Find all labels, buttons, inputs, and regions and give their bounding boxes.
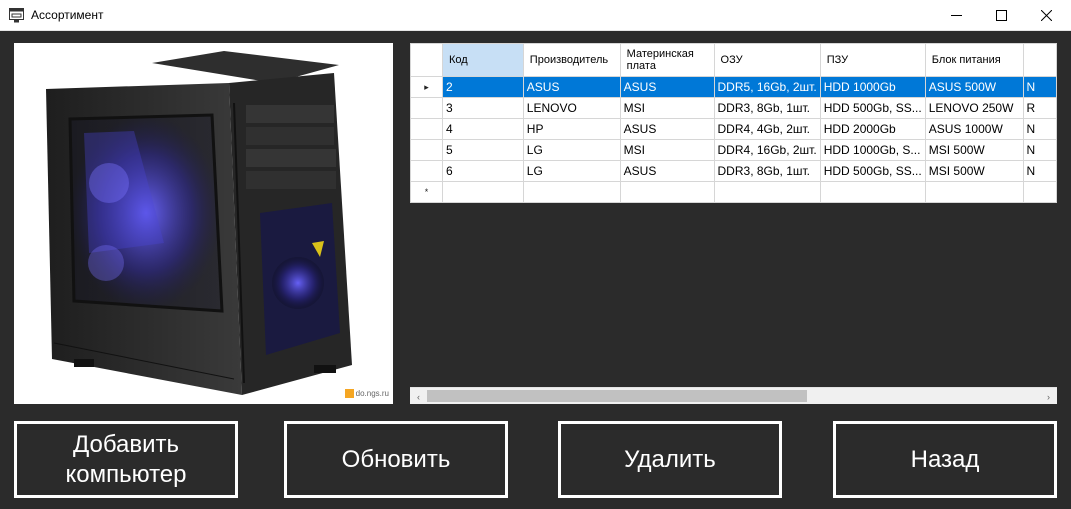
column-header-manufacturer[interactable]: Производитель	[522, 43, 621, 77]
cell-code[interactable]: 5	[441, 139, 524, 161]
cell-extra[interactable]: N	[1022, 139, 1057, 161]
cell-storage[interactable]: HDD 500Gb, SS...	[819, 97, 926, 119]
new-cell[interactable]	[1022, 181, 1057, 203]
data-grid[interactable]: Код Производитель Материнская плата ОЗУ …	[410, 43, 1057, 404]
scrollbar-thumb[interactable]	[427, 390, 807, 402]
cell-ram[interactable]: DDR3, 8Gb, 1шт.	[713, 97, 821, 119]
new-cell[interactable]	[924, 181, 1024, 203]
column-header-psu[interactable]: Блок питания	[924, 43, 1024, 77]
cell-code[interactable]: 2	[441, 76, 524, 98]
add-computer-label-line1: Добавить	[72, 430, 180, 458]
app-icon	[9, 8, 24, 23]
maximize-button[interactable]	[978, 0, 1024, 30]
column-header-storage[interactable]: ПЗУ	[819, 43, 926, 77]
cell-psu[interactable]: MSI 500W	[924, 160, 1024, 182]
cell-manufacturer[interactable]: HP	[522, 118, 621, 140]
cell-manufacturer[interactable]: LG	[522, 160, 621, 182]
add-computer-label-line2: компьютер	[65, 460, 187, 488]
cell-manufacturer[interactable]: LG	[522, 139, 621, 161]
cell-psu[interactable]: MSI 500W	[924, 139, 1024, 161]
cell-manufacturer[interactable]: LENOVO	[522, 97, 621, 119]
column-header-motherboard[interactable]: Материнская плата	[619, 43, 715, 77]
row-header[interactable]	[410, 139, 443, 161]
cell-motherboard[interactable]: MSI	[619, 97, 715, 119]
grid-header-row: Код Производитель Материнская плата ОЗУ …	[410, 43, 1057, 77]
cell-storage[interactable]: HDD 1000Gb, S...	[819, 139, 926, 161]
cell-code[interactable]: 6	[441, 160, 524, 182]
close-icon	[1040, 9, 1052, 21]
pc-case-illustration	[46, 51, 352, 395]
cell-extra[interactable]: N	[1022, 76, 1057, 98]
table-row[interactable]: ▸ 2 ASUS ASUS DDR5, 16Gb, 2шт. HDD 1000G…	[410, 76, 1057, 98]
watermark-text: do.ngs.ru	[355, 389, 389, 398]
cell-code[interactable]: 4	[441, 118, 524, 140]
new-cell[interactable]	[713, 181, 821, 203]
add-computer-label: Добавить компьютер	[65, 430, 186, 490]
close-button[interactable]	[1023, 0, 1069, 30]
maximize-icon	[995, 9, 1007, 21]
grid-corner-cell	[410, 43, 443, 77]
cell-ram[interactable]: DDR3, 8Gb, 1шт.	[713, 160, 821, 182]
cell-code[interactable]: 3	[441, 97, 524, 119]
cell-extra[interactable]: N	[1022, 118, 1057, 140]
column-header-extra[interactable]	[1022, 43, 1057, 77]
row-header[interactable]	[410, 160, 443, 182]
cell-motherboard[interactable]: ASUS	[619, 118, 715, 140]
row-header-new[interactable]: *	[410, 181, 443, 203]
cell-storage[interactable]: HDD 1000Gb	[819, 76, 926, 98]
cell-ram[interactable]: DDR4, 16Gb, 2шт.	[713, 139, 821, 161]
table-row[interactable]: 5 LG MSI DDR4, 16Gb, 2шт. HDD 1000Gb, S.…	[410, 139, 1057, 161]
title-bar: Ассортимент	[0, 0, 1071, 31]
cell-psu[interactable]: ASUS 1000W	[924, 118, 1024, 140]
cell-manufacturer[interactable]: ASUS	[522, 76, 621, 98]
minimize-button[interactable]	[933, 0, 979, 30]
back-button[interactable]: Назад	[833, 421, 1057, 498]
column-header-ram[interactable]: ОЗУ	[713, 43, 821, 77]
delete-button[interactable]: Удалить	[558, 421, 782, 498]
window-title: Ассортимент	[31, 8, 104, 22]
horizontal-scrollbar[interactable]: ‹ ›	[410, 387, 1057, 404]
cell-motherboard[interactable]: ASUS	[619, 160, 715, 182]
watermark-logo-icon	[344, 389, 354, 398]
cell-extra[interactable]: R	[1022, 97, 1057, 119]
cell-motherboard[interactable]: MSI	[619, 139, 715, 161]
scroll-right-icon[interactable]: ›	[1040, 388, 1057, 405]
cell-storage[interactable]: HDD 500Gb, SS...	[819, 160, 926, 182]
table-row[interactable]: 4 HP ASUS DDR4, 4Gb, 2шт. HDD 2000Gb ASU…	[410, 118, 1057, 140]
new-cell[interactable]	[819, 181, 926, 203]
new-cell[interactable]	[619, 181, 715, 203]
scroll-left-icon[interactable]: ‹	[410, 388, 427, 405]
new-cell[interactable]	[441, 181, 524, 203]
minimize-icon	[950, 14, 962, 16]
row-header-current[interactable]: ▸	[410, 76, 443, 98]
cell-motherboard[interactable]: ASUS	[619, 76, 715, 98]
add-computer-button[interactable]: Добавить компьютер	[14, 421, 238, 498]
product-image: do.ngs.ru	[14, 43, 393, 404]
cell-ram[interactable]: DDR4, 4Gb, 2шт.	[713, 118, 821, 140]
row-header[interactable]	[410, 118, 443, 140]
row-header[interactable]	[410, 97, 443, 119]
new-cell[interactable]	[522, 181, 621, 203]
table-row[interactable]: 6 LG ASUS DDR3, 8Gb, 1шт. HDD 500Gb, SS.…	[410, 160, 1057, 182]
watermark: do.ngs.ru	[344, 389, 389, 398]
table-row[interactable]: 3 LENOVO MSI DDR3, 8Gb, 1шт. HDD 500Gb, …	[410, 97, 1057, 119]
grid-table: Код Производитель Материнская плата ОЗУ …	[410, 43, 1057, 203]
cell-ram[interactable]: DDR5, 16Gb, 2шт.	[713, 76, 821, 98]
cell-psu[interactable]: LENOVO 250W	[924, 97, 1024, 119]
cell-psu[interactable]: ASUS 500W	[924, 76, 1024, 98]
cell-extra[interactable]: N	[1022, 160, 1057, 182]
column-header-code[interactable]: Код	[441, 43, 524, 77]
new-row[interactable]: *	[410, 181, 1057, 203]
refresh-button[interactable]: Обновить	[284, 421, 508, 498]
cell-storage[interactable]: HDD 2000Gb	[819, 118, 926, 140]
